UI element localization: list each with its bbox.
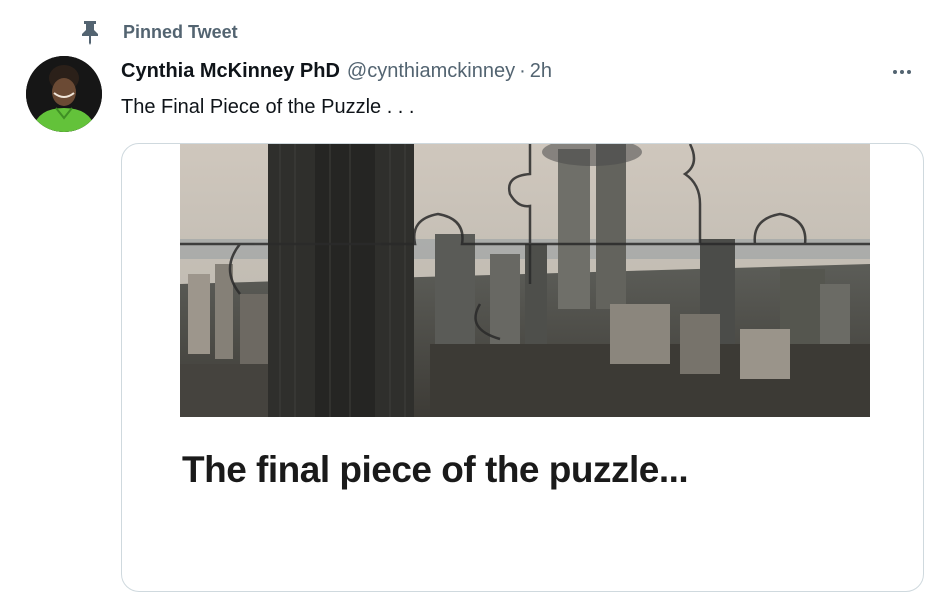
tweet-header: Cynthia McKinney PhD @cynthiamckinney · … (121, 60, 552, 88)
more-icon (893, 70, 897, 74)
media-caption: The final piece of the puzzle... (182, 449, 689, 490)
tweet-timestamp[interactable]: 2h (530, 60, 552, 83)
meta-separator: · (519, 60, 526, 82)
pinned-label: Pinned Tweet (123, 21, 238, 42)
media-photo[interactable] (180, 144, 870, 417)
pin-icon (78, 19, 102, 45)
pinned-indicator: Pinned Tweet (78, 18, 238, 46)
more-options-button[interactable] (888, 60, 916, 84)
avatar[interactable] (26, 56, 102, 132)
tweet-media[interactable]: The final piece of the puzzle... (121, 143, 924, 592)
author-display-name[interactable]: Cynthia McKinney PhD (121, 60, 340, 83)
tweet-text: The Final Piece of the Puzzle . . . (121, 96, 415, 118)
author-handle[interactable]: @cynthiamckinney (347, 60, 515, 83)
